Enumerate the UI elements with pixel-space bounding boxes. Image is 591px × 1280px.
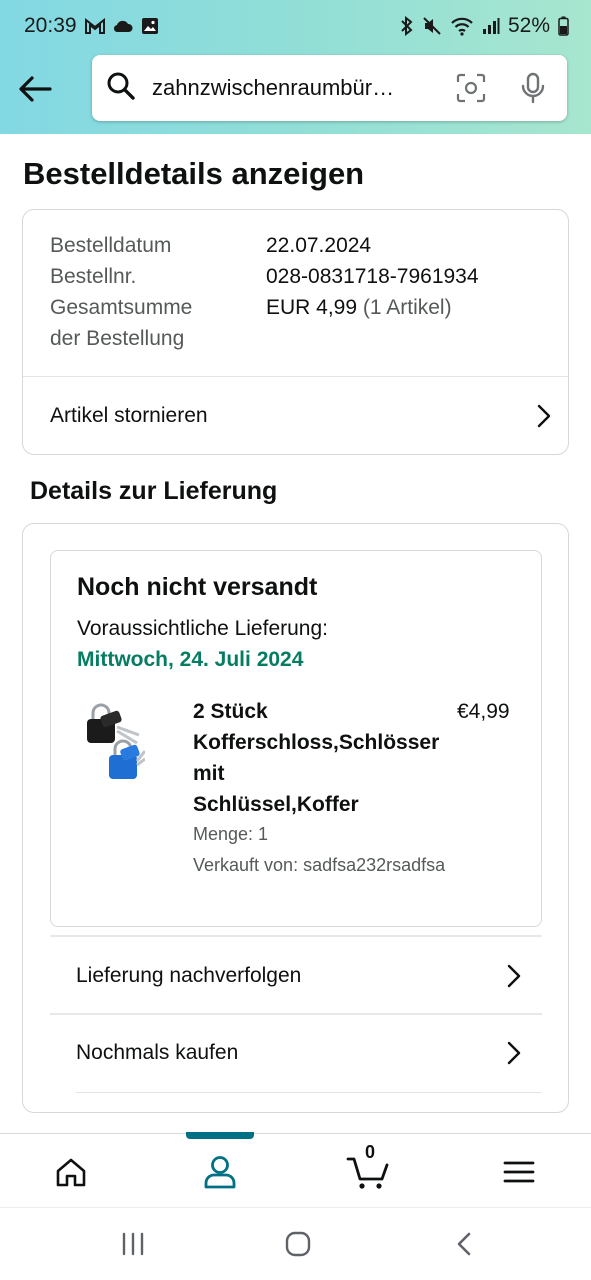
cart-count-badge: 0 <box>364 1142 375 1162</box>
order-total-label-line1: Gesamtsumme <box>50 296 193 319</box>
back-system-button[interactable] <box>444 1226 484 1262</box>
camera-scan-icon <box>456 73 486 103</box>
product-title-link[interactable]: 2 Stück Kofferschloss,Schlösser mit Schl… <box>193 696 453 820</box>
product-title-line: 2 Stück <box>193 700 268 723</box>
order-total-amount: EUR 4,99 <box>266 296 358 319</box>
voice-search-button[interactable] <box>513 68 553 108</box>
mute-icon <box>422 16 442 36</box>
product-quantity: Menge: 1 <box>193 824 269 844</box>
divider <box>76 1092 542 1093</box>
order-total-label-line2: der Bestellung <box>50 327 185 350</box>
recent-apps-icon <box>122 1232 144 1256</box>
chevron-right-icon <box>507 964 521 988</box>
product-title-line: Schlüssel,Koffer <box>193 793 359 816</box>
nav-menu-button[interactable] <box>494 1148 544 1196</box>
product-title-line: Kofferschloss,Schlösser <box>193 731 440 754</box>
product-seller: Verkauft von: sadfsa232rsadfsa <box>193 855 446 875</box>
camera-search-button[interactable] <box>451 68 491 108</box>
image-icon <box>141 17 159 35</box>
page-title: Bestelldetails anzeigen <box>23 156 365 191</box>
track-package-link[interactable]: Lieferung nachverfolgen <box>76 937 522 1015</box>
home-circle-icon <box>285 1231 311 1257</box>
order-summary-card: Bestelldatum 22.07.2024 Bestellnr. 028-0… <box>22 209 569 455</box>
track-package-label: Lieferung nachverfolgen <box>76 964 302 987</box>
battery-percent: 52% <box>507 14 550 37</box>
search-input[interactable]: zahnzwischenraumbür… <box>152 75 429 101</box>
signal-icon <box>482 17 500 35</box>
order-total-value: EUR 4,99 (1 Artikel) <box>266 292 452 323</box>
product-title-line: mit <box>193 762 225 785</box>
expected-delivery-date: Mittwoch, 24. Juli 2024 <box>77 648 304 671</box>
home-system-button[interactable] <box>278 1226 318 1262</box>
system-nav-bar <box>0 1207 591 1280</box>
bluetooth-icon <box>400 16 414 36</box>
nav-home-button[interactable] <box>46 1148 96 1196</box>
chevron-right-icon <box>507 1041 521 1065</box>
active-tab-indicator <box>186 1132 254 1139</box>
microphone-icon <box>521 72 545 104</box>
search-bar[interactable]: zahnzwischenraumbür… <box>92 55 567 121</box>
order-number-label: Bestellnr. <box>50 265 137 288</box>
back-button[interactable] <box>14 68 56 110</box>
app-header: 20:39 52% zahnzwischenraumbür… <box>0 0 591 134</box>
nav-account-button[interactable] <box>195 1148 245 1196</box>
user-icon <box>204 1156 236 1189</box>
cancel-items-link[interactable]: Artikel stornieren <box>50 377 552 455</box>
order-number-value: 028-0831718-7961934 <box>266 265 479 288</box>
shipment-card: Noch nicht versandt Voraussichtliche Lie… <box>50 550 542 927</box>
status-bar: 20:39 52% <box>0 0 591 52</box>
wifi-icon <box>450 16 474 36</box>
expected-delivery-label: Voraussichtliche Lieferung: <box>77 617 328 640</box>
search-icon <box>106 71 136 106</box>
product-image[interactable] <box>79 701 147 783</box>
order-item-count: (1 Artikel) <box>362 296 452 319</box>
status-time: 20:39 <box>24 14 77 37</box>
order-date-value: 22.07.2024 <box>266 234 372 257</box>
recent-apps-button[interactable] <box>113 1226 153 1262</box>
bottom-nav: 0 <box>0 1132 591 1207</box>
nav-cart-button[interactable]: 0 <box>343 1142 393 1196</box>
chevron-right-icon <box>537 404 551 428</box>
buy-again-label: Nochmals kaufen <box>76 1041 239 1064</box>
shipment-status: Noch nicht versandt <box>77 573 318 601</box>
gmail-icon <box>84 18 105 34</box>
order-date-label: Bestelldatum <box>50 234 172 257</box>
hamburger-menu-icon <box>503 1161 535 1183</box>
arrow-left-icon <box>19 76 52 102</box>
chevron-left-icon <box>457 1232 471 1256</box>
delivery-section-title: Details zur Lieferung <box>30 477 278 505</box>
cloud-icon <box>113 19 133 33</box>
product-price: €4,99 <box>457 700 510 723</box>
battery-icon <box>558 16 569 36</box>
buy-again-link[interactable]: Nochmals kaufen <box>76 1015 522 1091</box>
cancel-items-label: Artikel stornieren <box>50 404 208 427</box>
delivery-card: Noch nicht versandt Voraussichtliche Lie… <box>22 523 569 1113</box>
home-icon <box>56 1158 86 1187</box>
